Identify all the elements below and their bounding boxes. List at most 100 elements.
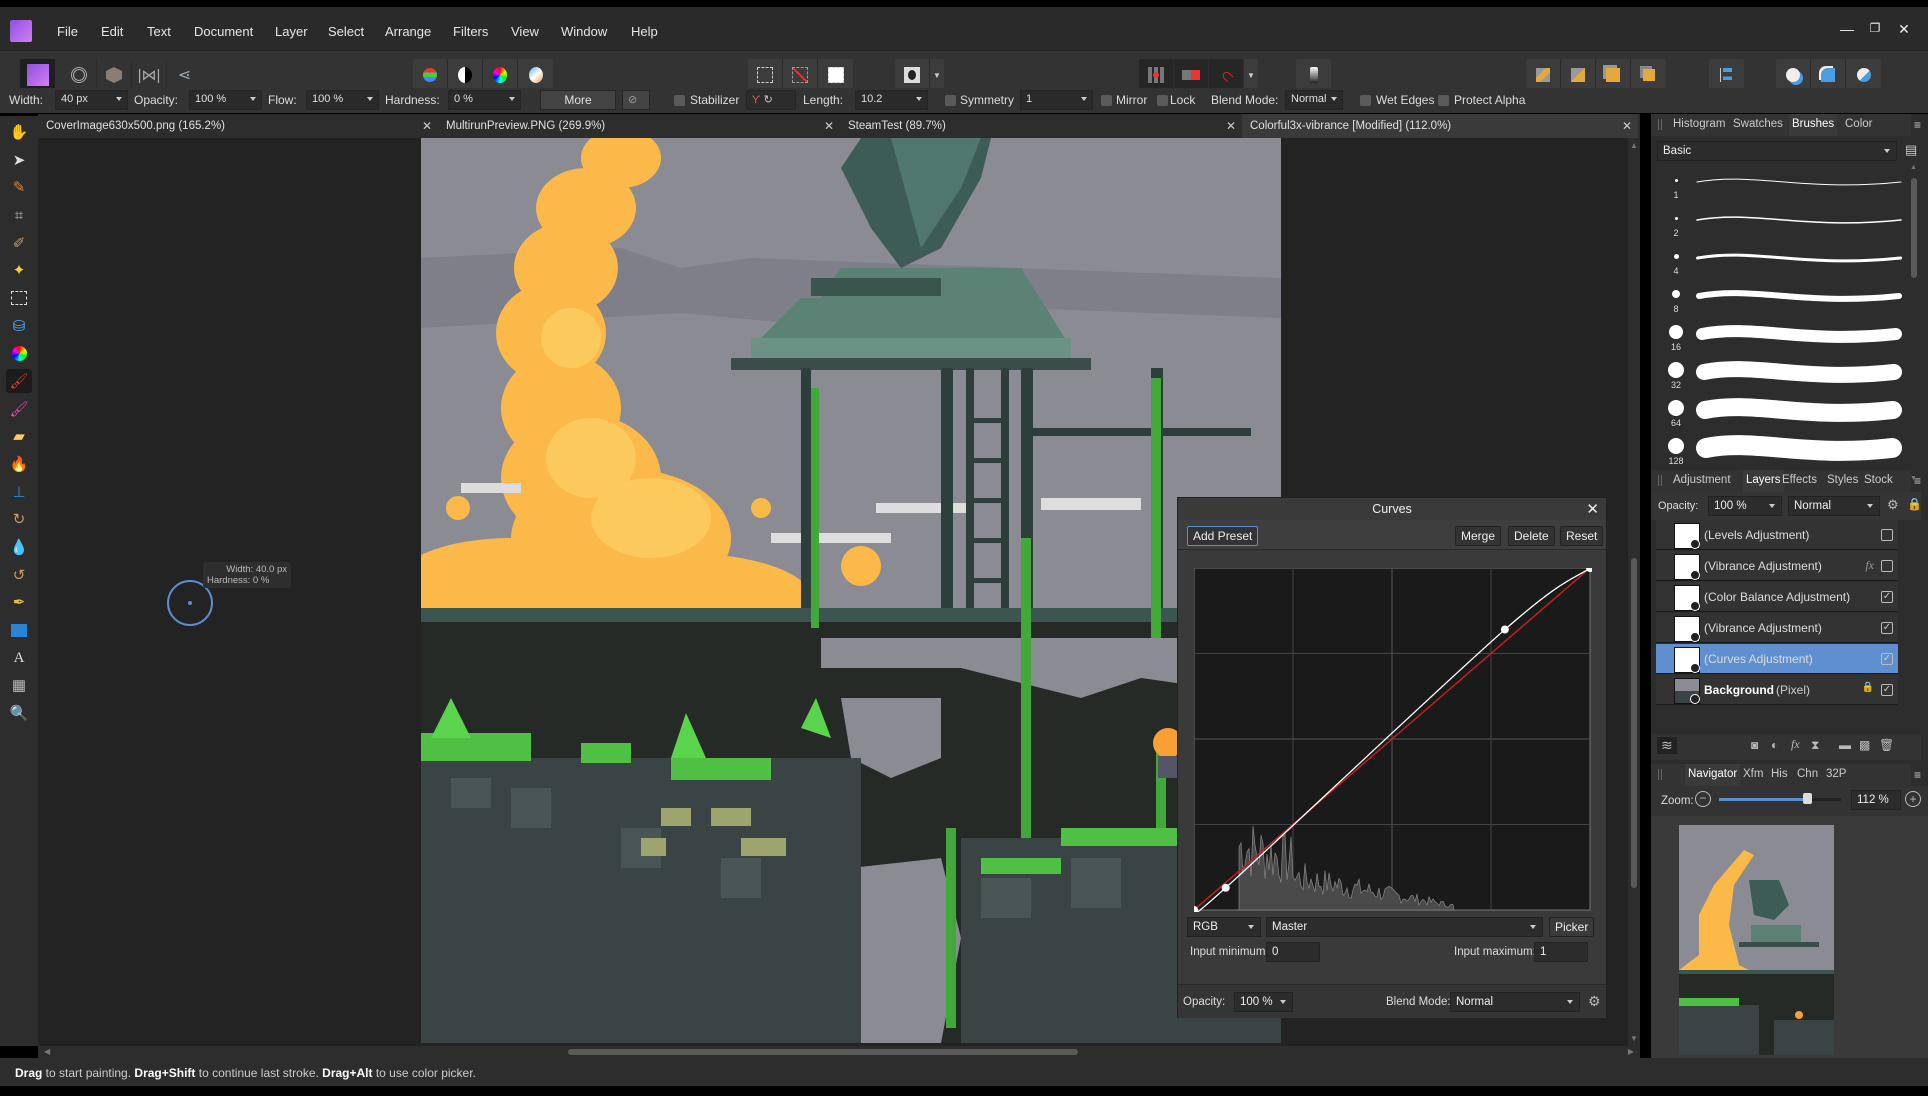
scroll-left-icon[interactable]: ◀ <box>44 1047 50 1056</box>
panel-menu-icon[interactable]: ≡ <box>1914 474 1921 488</box>
layer-settings-gear-icon[interactable]: ⚙ <box>1887 497 1899 513</box>
stabilizer-mode[interactable]: Ƴ ↻ <box>746 90 796 110</box>
hardness-field[interactable]: 0 % <box>448 90 521 110</box>
artistic-text-tool[interactable]: A <box>6 646 32 670</box>
layer-row[interactable]: (Color Balance Adjustment) ✓ <box>1656 582 1898 612</box>
quick-mask-dropdown[interactable]: ▼ <box>930 59 944 91</box>
layer-blend-select[interactable]: Normal <box>1788 496 1880 516</box>
menu-view[interactable]: View <box>511 24 539 39</box>
wet-edges-checkbox[interactable] <box>1360 95 1371 106</box>
opacity-field[interactable]: 100 % <box>189 90 262 110</box>
close-tab-icon[interactable]: ✕ <box>824 119 834 133</box>
layer-visibility-checkbox[interactable]: ✓ <box>1881 684 1893 696</box>
brush-list-menu-icon[interactable]: ▤ <box>1905 142 1917 158</box>
vertical-scrollbar[interactable]: ▲ ▼ <box>1628 138 1640 1046</box>
inpainting-brush-tool[interactable]: ↻ <box>6 507 32 531</box>
layer-visibility-checkbox[interactable] <box>1881 560 1893 572</box>
delete-button[interactable]: Delete <box>1508 526 1555 546</box>
tab-styles[interactable]: Styles <box>1827 474 1858 486</box>
brush-item[interactable]: 128 <box>1656 432 1902 470</box>
photo-persona-button[interactable] <box>20 59 55 91</box>
zoom-out-button[interactable]: − <box>1695 791 1711 807</box>
scroll-down-icon[interactable]: ▼ <box>1630 1034 1638 1043</box>
brush-item[interactable]: 4 <box>1656 242 1902 280</box>
erase-brush-tool[interactable]: ▰ <box>6 424 32 448</box>
flood-fill-tool[interactable]: ⛁ <box>6 314 32 338</box>
move-back-one-button[interactable] <box>1561 59 1596 91</box>
layer-fx-icon[interactable]: fx <box>1865 558 1874 573</box>
minimize-button[interactable]: — <box>1835 21 1859 37</box>
brush-item[interactable]: 64 <box>1656 394 1902 432</box>
menu-select[interactable]: Select <box>328 24 364 39</box>
layer-visibility-checkbox[interactable]: ✓ <box>1881 591 1893 603</box>
tab-history[interactable]: His <box>1771 768 1788 780</box>
brush-item[interactable]: 1 <box>1656 166 1902 204</box>
scroll-right-icon[interactable]: ▶ <box>1628 1047 1634 1056</box>
more-button[interactable]: More <box>540 90 616 110</box>
navigator-thumbnail[interactable] <box>1679 825 1834 1055</box>
marquee-selection-button[interactable] <box>748 59 783 91</box>
layer-row[interactable]: (Vibrance Adjustment) ✓ <box>1656 613 1898 643</box>
layer-visibility-checkbox[interactable]: ✓ <box>1881 622 1893 634</box>
grid-button[interactable] <box>1139 59 1174 91</box>
menu-file[interactable]: File <box>57 24 78 39</box>
mirror-checkbox[interactable] <box>1101 95 1112 106</box>
tab-brushes[interactable]: Brushes <box>1789 114 1838 136</box>
layer-row[interactable]: (Vibrance Adjustment) fx <box>1656 551 1898 581</box>
length-field[interactable]: 10.2 <box>855 90 928 110</box>
menu-arrange[interactable]: Arrange <box>385 24 431 39</box>
auto-contrast-button[interactable] <box>448 59 483 91</box>
curve-control-point[interactable] <box>1500 625 1509 634</box>
deselect-button[interactable] <box>783 59 818 91</box>
add-group-folder-icon[interactable]: ▬ <box>1839 738 1851 752</box>
blur-brush-tool[interactable]: 💧 <box>6 535 32 559</box>
close-tab-icon[interactable]: ✕ <box>1622 119 1632 133</box>
tab-effects[interactable]: Effects <box>1782 474 1817 486</box>
blend-mode-select[interactable]: Normal <box>1450 992 1580 1012</box>
zoom-slider[interactable] <box>1719 793 1841 804</box>
layer-opacity-field[interactable]: 100 % <box>1708 496 1782 516</box>
brush-item[interactable]: 8 <box>1656 280 1902 318</box>
curves-graph[interactable] <box>1194 568 1592 912</box>
restore-button[interactable]: ❐ <box>1863 21 1887 35</box>
input-minimum-field[interactable]: 0 <box>1266 942 1320 962</box>
pixel-brush-tool[interactable]: 🖌 <box>6 397 32 421</box>
reset-button[interactable]: Reset <box>1560 526 1604 546</box>
layer-fx-icon[interactable]: fx <box>1791 737 1800 752</box>
panel-menu-icon[interactable]: ≡ <box>1914 768 1921 782</box>
layer-visibility-checkbox[interactable] <box>1881 529 1893 541</box>
tab-transform[interactable]: Xfm <box>1743 768 1763 780</box>
color-replacement-tool[interactable] <box>6 341 32 365</box>
panel-grip-icon[interactable] <box>1658 475 1662 486</box>
layer-row[interactable]: (Levels Adjustment) <box>1656 520 1898 550</box>
mode-select[interactable]: Master <box>1266 917 1543 937</box>
move-to-front-button[interactable] <box>1631 59 1666 91</box>
hand-tool[interactable]: ✋ <box>6 120 32 144</box>
mesh-warp-tool[interactable]: ▦ <box>6 673 32 697</box>
add-preset-button[interactable]: Add Preset <box>1187 526 1259 546</box>
brush-item[interactable]: 16 <box>1656 318 1902 356</box>
close-dialog-button[interactable]: ✕ <box>1586 500 1599 518</box>
zoom-tool[interactable]: 🔍 <box>6 701 32 725</box>
stabilizer-checkbox[interactable] <box>674 95 685 106</box>
close-window-button[interactable]: ✕ <box>1892 21 1916 38</box>
vertical-scroll-thumb[interactable] <box>1631 558 1637 888</box>
boolean-add-button[interactable] <box>1776 59 1811 91</box>
picker-button[interactable]: Picker <box>1549 917 1595 937</box>
tab-layers[interactable]: Layers <box>1743 470 1784 492</box>
scroll-up-icon[interactable]: ▲ <box>1910 164 1917 171</box>
document-canvas[interactable] <box>421 138 1281 1043</box>
zoom-value-field[interactable]: 112 % <box>1851 790 1901 810</box>
brush-item[interactable]: 2 <box>1656 204 1902 242</box>
tab-stock[interactable]: Stock <box>1864 474 1893 486</box>
tab-32bit-preview[interactable]: 32P <box>1826 768 1846 780</box>
input-maximum-field[interactable]: 1 <box>1534 942 1588 962</box>
mask-layer-icon[interactable]: ◙ <box>1751 738 1758 752</box>
merge-button[interactable]: Merge <box>1455 526 1502 546</box>
snapping-dropdown[interactable]: ▼ <box>1244 59 1258 91</box>
delete-layer-trash-icon[interactable]: 🗑 <box>1879 738 1894 752</box>
brush-category-select[interactable]: Basic <box>1657 141 1897 161</box>
lock-icon[interactable]: 🔒 <box>1907 497 1922 511</box>
clone-brush-tool[interactable]: ⊥ <box>6 480 32 504</box>
tab-steamtest[interactable]: SteamTest (89.7%) ✕ <box>840 114 1242 138</box>
